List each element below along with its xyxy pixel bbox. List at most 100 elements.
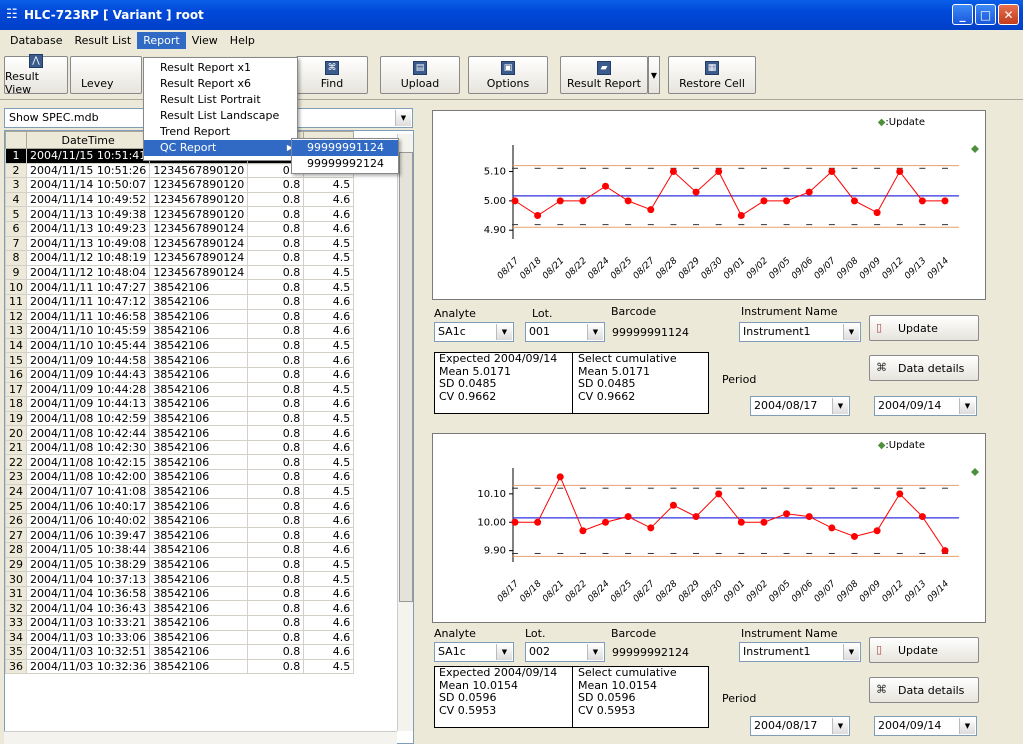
- table-row[interactable]: 10 2004/11/11 10:47:27 38542106 0.8 4.5: [5, 279, 355, 295]
- table-row[interactable]: 9 2004/11/12 10:48:04 1234567890124 0.8 4.5: [5, 264, 355, 281]
- row-barcode: 38542106: [149, 439, 249, 456]
- period-label: Period: [722, 692, 757, 705]
- result-report-button[interactable]: ▰ Result Report: [560, 56, 648, 94]
- table-row[interactable]: 8 2004/11/12 10:48:19 1234567890124 0.8 4.5: [5, 250, 355, 266]
- table-row[interactable]: 6 2004/11/13 10:49:23 1234567890124 0.8 4.6: [5, 220, 355, 237]
- table-row[interactable]: 14 2004/11/10 10:45:44 38542106 0.8 4.5: [5, 337, 355, 354]
- row-value-a: 0.8: [247, 410, 305, 427]
- table-row[interactable]: 34 2004/11/03 10:33:06 38542106 0.8 4.6: [5, 629, 355, 646]
- col-header-datetime[interactable]: DateTime: [25, 131, 151, 149]
- table-row[interactable]: 15 2004/11/09 10:44:58 38542106 0.8 4.6: [5, 352, 355, 368]
- data-details-button[interactable]: ⌘ Data details: [869, 355, 979, 381]
- menu-item-result-report-x6[interactable]: Result Report x6: [144, 76, 297, 92]
- row-barcode: 38542106: [149, 483, 249, 500]
- table-row[interactable]: 27 2004/11/06 10:39:47 38542106 0.8 4.6: [5, 527, 355, 544]
- table-row[interactable]: 3 2004/11/14 10:50:07 1234567890120 0.8 4.5: [5, 177, 355, 193]
- row-value-a: 0.8: [247, 615, 305, 631]
- table-row[interactable]: 28 2004/11/05 10:38:44 38542106 0.8 4.6: [5, 542, 355, 558]
- levey-button[interactable]: Levey: [70, 56, 142, 94]
- analyte-select[interactable]: SA1c ▼: [434, 322, 514, 342]
- instrument-select[interactable]: Instrument1 ▼: [739, 642, 861, 662]
- row-barcode: 1234567890124: [149, 235, 249, 252]
- table-row[interactable]: 13 2004/11/10 10:45:59 38542106 0.8 4.6: [5, 323, 355, 339]
- table-row[interactable]: 24 2004/11/07 10:41:08 38542106 0.8 4.5: [5, 483, 355, 500]
- table-row[interactable]: 21 2004/11/08 10:42:30 38542106 0.8 4.6: [5, 439, 355, 456]
- period-from-select[interactable]: 2004/08/17 ▼: [750, 716, 850, 736]
- update-marker: [971, 145, 979, 153]
- result-report-dropdown[interactable]: ▼: [648, 56, 660, 94]
- menu-help[interactable]: Help: [224, 32, 261, 49]
- table-row[interactable]: 36 2004/11/03 10:32:36 38542106 0.8 4.5: [5, 658, 355, 675]
- options-button[interactable]: ▣ Options: [468, 56, 548, 94]
- row-datetime: 2004/11/08 10:42:44: [25, 425, 151, 441]
- table-row[interactable]: 33 2004/11/03 10:33:21 38542106 0.8 4.6: [5, 615, 355, 631]
- document-icon: ▯: [876, 643, 883, 656]
- find-button[interactable]: ⌘ Find: [296, 56, 368, 94]
- table-row[interactable]: 16 2004/11/09 10:44:43 38542106 0.8 4.6: [5, 366, 355, 383]
- menu-report[interactable]: Report: [137, 31, 186, 49]
- table-row[interactable]: 11 2004/11/11 10:47:12 38542106 0.8 4.6: [5, 293, 355, 310]
- period-to-select[interactable]: 2004/09/14 ▼: [874, 396, 977, 416]
- table-row[interactable]: 35 2004/11/03 10:32:51 38542106 0.8 4.6: [5, 644, 355, 660]
- row-barcode: 1234567890124: [149, 264, 249, 281]
- table-row[interactable]: 5 2004/11/13 10:49:38 1234567890120 0.8 4.6: [5, 206, 355, 222]
- table-row[interactable]: 31 2004/11/04 10:36:58 38542106 0.8 4.6: [5, 585, 355, 602]
- row-value-b: 4.6: [303, 512, 355, 529]
- upload-button[interactable]: ▤ Upload: [380, 56, 460, 94]
- table-row[interactable]: 23 2004/11/08 10:42:00 38542106 0.8 4.6: [5, 469, 355, 485]
- row-value-b: 4.5: [303, 556, 355, 573]
- row-value-b: 4.5: [303, 337, 355, 354]
- menu-result-list[interactable]: Result List: [69, 32, 138, 49]
- update-button[interactable]: ▯ Update: [869, 637, 979, 663]
- table-row[interactable]: 30 2004/11/04 10:37:13 38542106 0.8 4.5: [5, 571, 355, 587]
- menu-item-trend-report[interactable]: Trend Report: [144, 124, 297, 140]
- table-row[interactable]: 22 2004/11/08 10:42:15 38542106 0.8 4.5: [5, 454, 355, 471]
- instrument-label: Instrument Name: [741, 305, 838, 318]
- instrument-select[interactable]: Instrument1 ▼: [739, 322, 861, 342]
- document-icon: ▯: [876, 321, 883, 334]
- table-row[interactable]: 18 2004/11/09 10:44:13 38542106 0.8 4.6: [5, 396, 355, 412]
- close-button[interactable]: ✕: [998, 4, 1019, 25]
- submenu-item-99999992124[interactable]: 99999992124: [292, 156, 398, 172]
- x-tick-label: 09/12: [880, 579, 906, 605]
- minimize-button[interactable]: _: [952, 4, 973, 25]
- menu-item-result-report-x1[interactable]: Result Report x1: [144, 60, 297, 76]
- lot-select[interactable]: 001 ▼: [525, 322, 605, 342]
- row-value-b: 4.5: [303, 177, 355, 193]
- horizontal-scrollbar[interactable]: [4, 731, 397, 744]
- table-row[interactable]: 4 2004/11/14 10:49:52 1234567890120 0.8 4.6: [5, 191, 355, 208]
- lot-select[interactable]: 002 ▼: [525, 642, 605, 662]
- vertical-scrollbar[interactable]: [397, 134, 413, 731]
- period-to-select[interactable]: 2004/09/14 ▼: [874, 716, 977, 736]
- table-row[interactable]: 7 2004/11/13 10:49:08 1234567890124 0.8 4.5: [5, 235, 355, 252]
- x-tick-label: 08/25: [609, 256, 635, 282]
- table-row[interactable]: 19 2004/11/08 10:42:59 38542106 0.8 4.5: [5, 410, 355, 427]
- period-from-select[interactable]: 2004/08/17 ▼: [750, 396, 850, 416]
- maximize-button[interactable]: □: [975, 4, 996, 25]
- table-row[interactable]: 25 2004/11/06 10:40:17 38542106 0.8 4.6: [5, 498, 355, 514]
- analyte-select[interactable]: SA1c ▼: [434, 642, 514, 662]
- data-details-button[interactable]: ⌘ Data details: [869, 677, 979, 703]
- menu-item-result-list-landscape[interactable]: Result List Landscape: [144, 108, 297, 124]
- table-row[interactable]: 26 2004/11/06 10:40:02 38542106 0.8 4.6: [5, 512, 355, 529]
- col-header-index[interactable]: [5, 131, 27, 149]
- menu-database[interactable]: Database: [4, 32, 69, 49]
- table-row[interactable]: 29 2004/11/05 10:38:29 38542106 0.8 4.5: [5, 556, 355, 573]
- menu-item-result-list-portrait[interactable]: Result List Portrait: [144, 92, 297, 108]
- result-view-button[interactable]: ⋀ Result View: [4, 54, 68, 96]
- menu-view[interactable]: View: [186, 32, 224, 49]
- submenu-item-99999991124[interactable]: 99999991124: [292, 140, 398, 156]
- row-index: 19: [5, 410, 27, 427]
- table-row[interactable]: 32 2004/11/04 10:36:43 38542106 0.8 4.6: [5, 600, 355, 616]
- row-datetime: 2004/11/12 10:48:19: [25, 250, 151, 266]
- row-barcode: 1234567890120: [149, 206, 249, 222]
- data-point: [805, 188, 813, 196]
- table-row[interactable]: 20 2004/11/08 10:42:44 38542106 0.8 4.6: [5, 425, 355, 441]
- table-row[interactable]: 17 2004/11/09 10:44:28 38542106 0.8 4.5: [5, 381, 355, 398]
- restore-cell-button[interactable]: ▦ Restore Cell: [668, 56, 756, 94]
- update-button[interactable]: ▯ Update: [869, 315, 979, 341]
- menu-item-qc-report[interactable]: QC Report: [144, 140, 297, 156]
- row-barcode: 38542106: [149, 615, 249, 631]
- table-row[interactable]: 12 2004/11/11 10:46:58 38542106 0.8 4.6: [5, 308, 355, 325]
- row-value-a: 0.8: [247, 264, 305, 281]
